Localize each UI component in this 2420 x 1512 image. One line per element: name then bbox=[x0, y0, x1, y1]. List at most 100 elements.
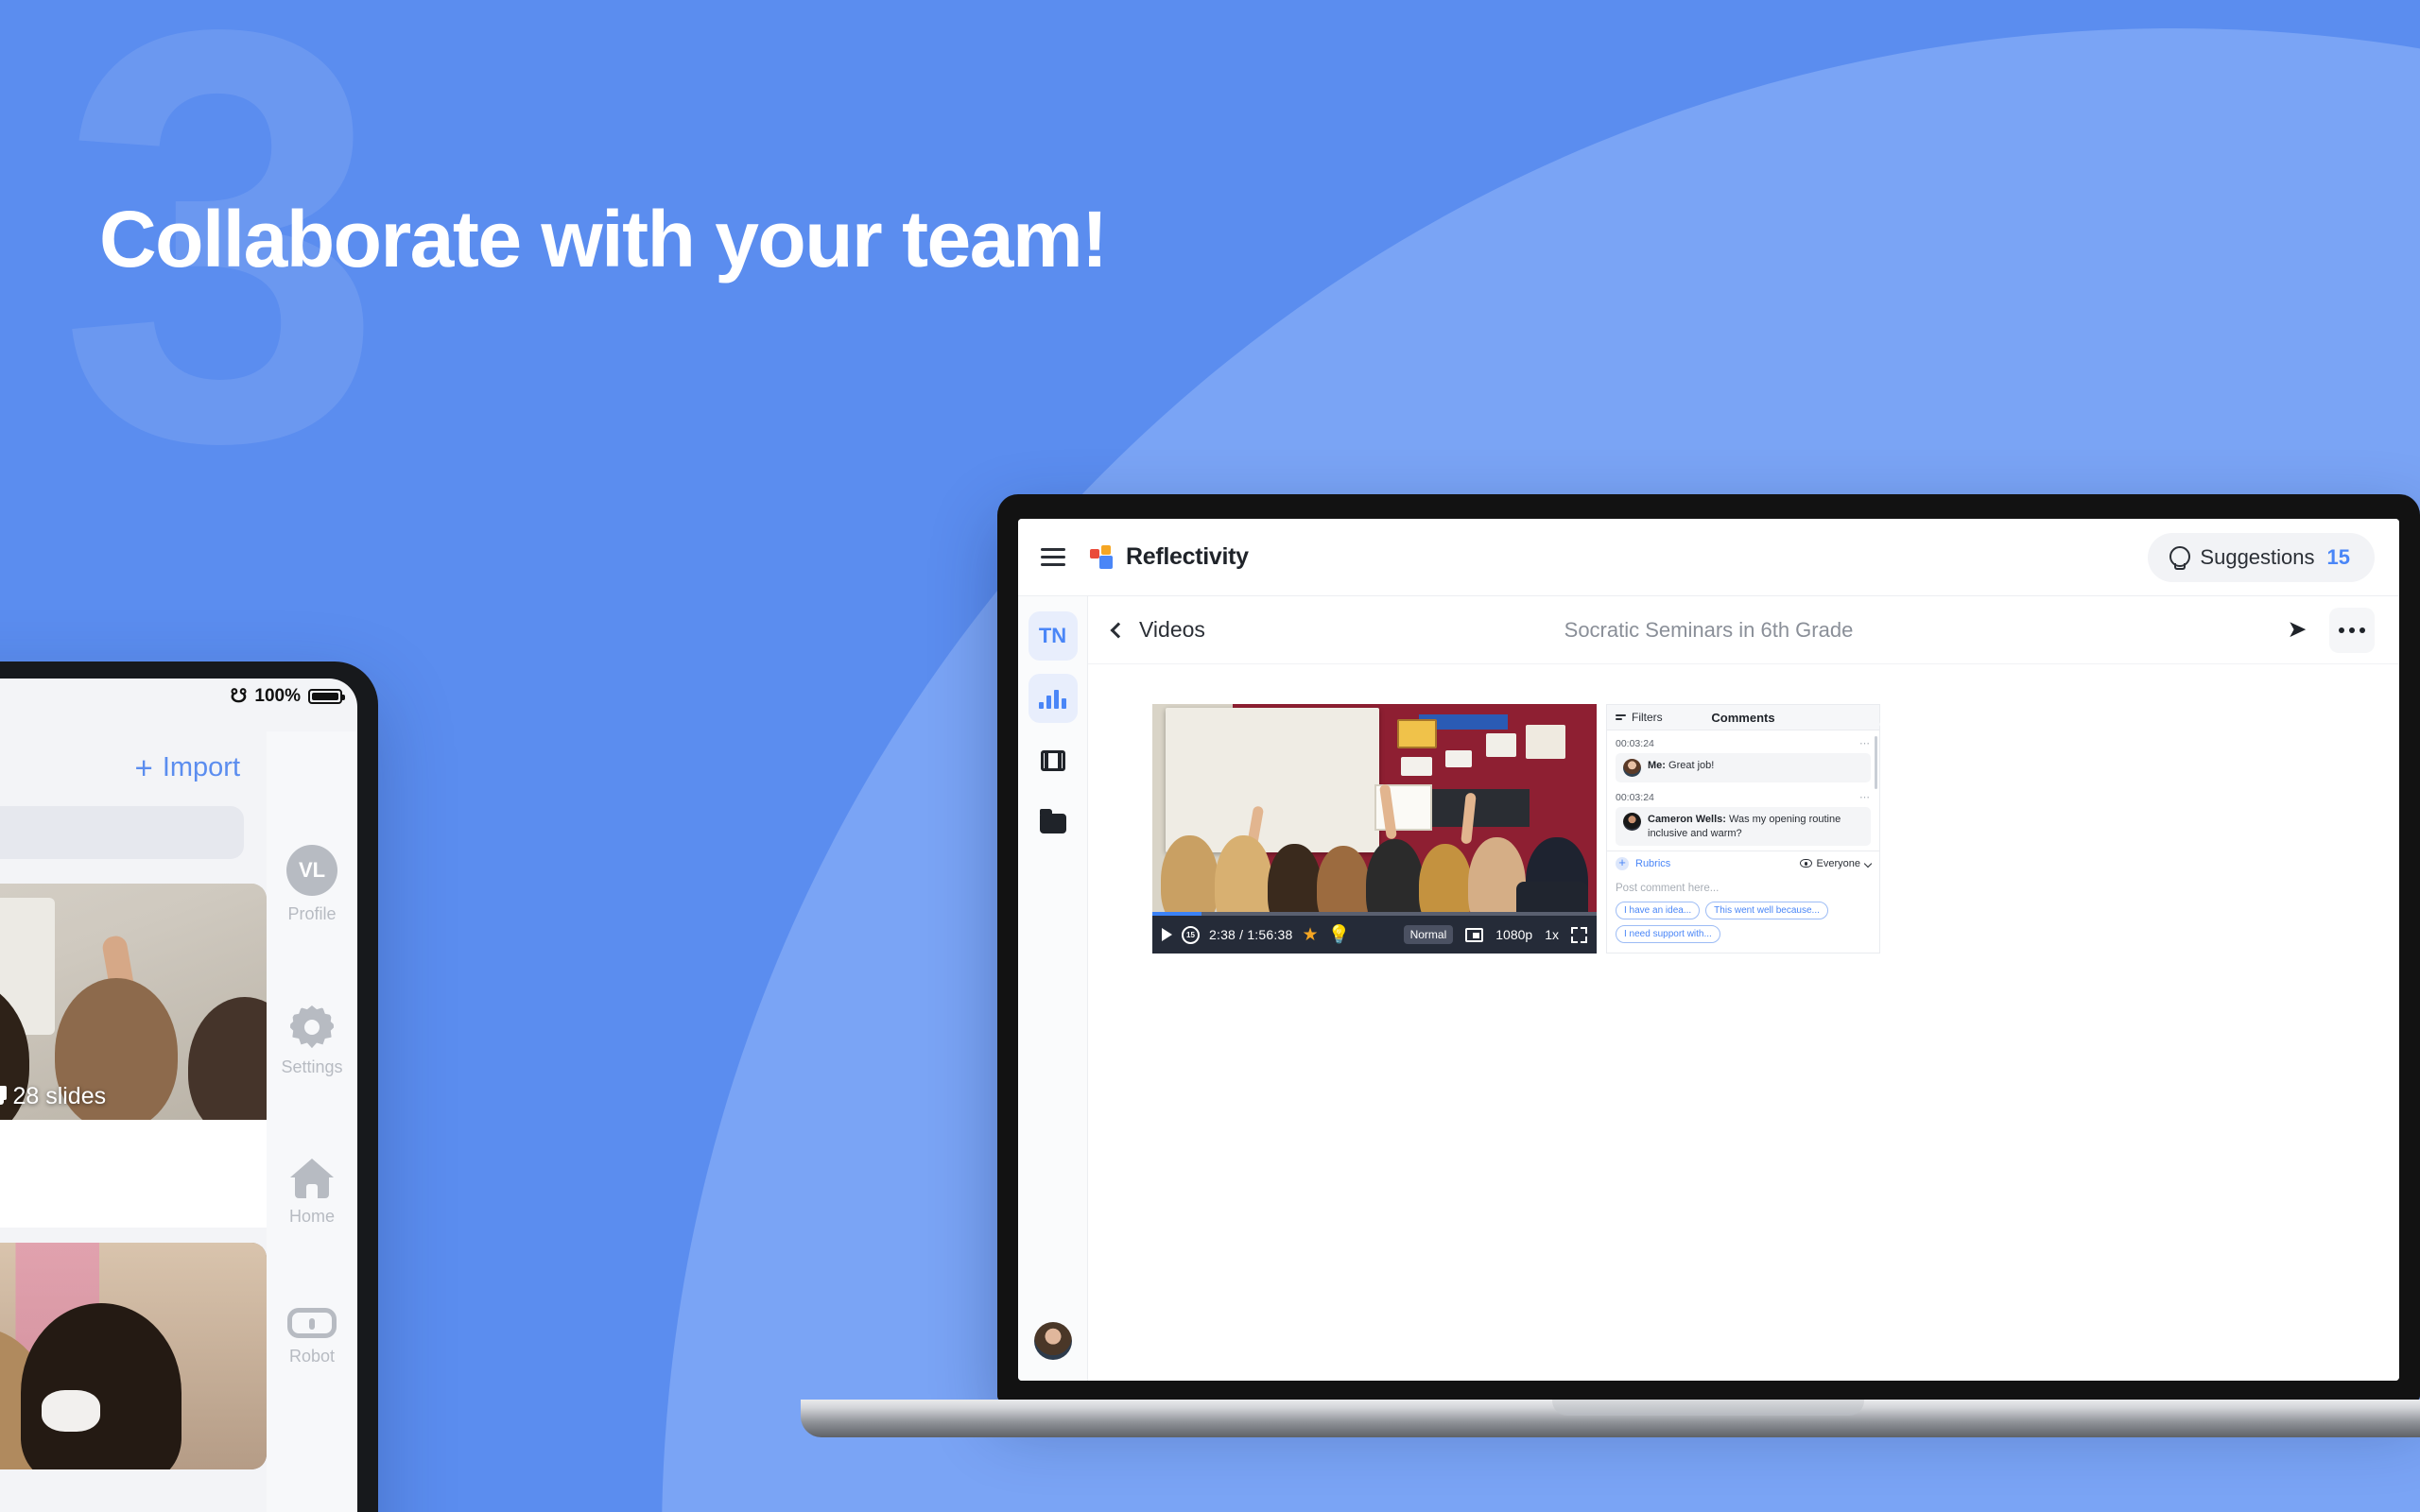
video-controls: 15 2:38 / 1:56:38 ★ 💡 Normal 1080p 1x bbox=[1152, 916, 1597, 954]
import-button[interactable]: + Import bbox=[135, 752, 240, 783]
tablet-status-bar: ☋ 100% bbox=[230, 686, 345, 707]
sidebar-item-workspace[interactable]: TN bbox=[1028, 611, 1078, 661]
replay-15-icon[interactable]: 15 bbox=[1182, 925, 1200, 944]
comment-body: Great job! bbox=[1665, 760, 1715, 771]
comment-text: Cameron Wells: Was my opening routine in… bbox=[1648, 813, 1863, 840]
comment-item: 00:03:24 ⋯ Cameron Wells: Was my opening… bbox=[1616, 791, 1871, 850]
comments-header: Filters Comments bbox=[1607, 705, 1879, 730]
more-options-button[interactable] bbox=[2329, 607, 2375, 653]
battery-icon bbox=[308, 689, 345, 704]
search-input[interactable]: s bbox=[0, 806, 244, 859]
page-title: Socratic Seminars in 6th Grade bbox=[1564, 617, 1854, 642]
suggestion-chip-went-well[interactable]: This went well because... bbox=[1705, 902, 1828, 919]
tablet-import-row: + Import bbox=[0, 731, 267, 797]
comments-panel: Filters Comments 00:03:24 ⋯ Me: Great jo… bbox=[1606, 704, 1880, 954]
rail-item-home[interactable]: Home bbox=[289, 1159, 335, 1227]
plus-icon: + bbox=[1616, 856, 1629, 870]
suggestions-count-badge: 15 bbox=[2326, 544, 2350, 569]
suggestion-chip-idea[interactable]: I have an idea... bbox=[1616, 902, 1701, 919]
comment-author: Me: bbox=[1648, 760, 1666, 771]
back-to-videos-link[interactable]: Videos bbox=[1110, 617, 1205, 643]
app-topbar: Reflectivity Suggestions 15 bbox=[1018, 519, 2399, 596]
home-icon bbox=[289, 1159, 334, 1198]
app-window: Reflectivity Suggestions 15 TN Videos So… bbox=[1018, 519, 2399, 1381]
resolution-label[interactable]: 1080p bbox=[1495, 927, 1532, 942]
tablet-right-rail: VL Profile Settings Home Robot bbox=[267, 731, 357, 1512]
hamburger-icon[interactable] bbox=[1041, 548, 1065, 566]
play-icon[interactable] bbox=[1162, 928, 1172, 941]
fullscreen-icon[interactable] bbox=[1571, 926, 1587, 943]
rail-label-robot: Robot bbox=[288, 1347, 336, 1366]
comment-bubble: Cameron Wells: Was my opening routine in… bbox=[1616, 807, 1871, 847]
rail-item-profile[interactable]: VL Profile bbox=[286, 845, 337, 924]
suggestions-button[interactable]: Suggestions 15 bbox=[2148, 532, 2375, 582]
comment-more-icon[interactable]: ⋯ bbox=[1859, 737, 1871, 749]
comment-time-row: 00:03:24 ⋯ bbox=[1616, 791, 1871, 804]
star-icon[interactable]: ★ bbox=[1302, 924, 1318, 946]
rail-item-robot[interactable]: Robot bbox=[287, 1308, 337, 1366]
sidebar-item-videos[interactable] bbox=[1028, 736, 1078, 785]
comment-timestamp: 00:03:24 bbox=[1616, 737, 1654, 749]
quality-mode-chip[interactable]: Normal bbox=[1403, 925, 1454, 944]
comment-item: 00:03:24 ⋯ Me: Great job! bbox=[1616, 737, 1871, 782]
laptop-device: Reflectivity Suggestions 15 TN Videos So… bbox=[801, 494, 2420, 1437]
suggestion-chips: I have an idea... This went well because… bbox=[1616, 902, 1871, 943]
video-card[interactable]: 40:07 28 slides ➤ Share bbox=[0, 884, 267, 1228]
video-time-label: 2:38 / 1:56:38 bbox=[1209, 927, 1293, 942]
share-button[interactable]: ➤ bbox=[2274, 608, 2320, 653]
eye-icon bbox=[1799, 859, 1812, 868]
comment-timestamp: 00:03:24 bbox=[1616, 791, 1654, 803]
lightbulb-icon bbox=[2169, 545, 2191, 570]
visibility-label: Everyone bbox=[1816, 857, 1860, 869]
sidebar-item-analytics[interactable] bbox=[1028, 674, 1078, 723]
tablet-device: ☋ 100% + Import s bbox=[0, 662, 378, 1512]
content-header: Videos Socratic Seminars in 6th Grade ➤ bbox=[1088, 596, 2399, 664]
app-sidebar: TN bbox=[1018, 596, 1088, 1381]
comment-avatar bbox=[1623, 759, 1641, 777]
comment-author: Cameron Wells: bbox=[1648, 814, 1726, 825]
analytics-icon bbox=[1039, 688, 1066, 709]
slides-icon bbox=[0, 1089, 5, 1105]
tablet-content: + Import s bbox=[0, 731, 267, 1512]
lightbulb-icon[interactable]: 💡 bbox=[1327, 923, 1350, 946]
video-card-thumbnail: 40:07 28 slides bbox=[0, 884, 267, 1120]
workspace: 15 2:38 / 1:56:38 ★ 💡 Normal 1080p 1x Fi… bbox=[1088, 664, 2399, 1381]
visibility-select[interactable]: Everyone bbox=[1799, 857, 1873, 869]
comments-scrollbar[interactable] bbox=[1875, 736, 1877, 789]
comment-more-icon[interactable]: ⋯ bbox=[1859, 791, 1871, 803]
video-player[interactable]: 15 2:38 / 1:56:38 ★ 💡 Normal 1080p 1x bbox=[1152, 704, 1597, 954]
add-rubrics-button[interactable]: + Rubrics bbox=[1616, 856, 1670, 870]
laptop-notch bbox=[1552, 1400, 1864, 1416]
user-avatar[interactable] bbox=[1033, 1322, 1072, 1360]
video-card-meta: 40:07 28 slides bbox=[0, 1083, 267, 1110]
rail-label-home: Home bbox=[288, 1207, 335, 1226]
brand-name: Reflectivity bbox=[1126, 543, 1249, 570]
comment-composer: Post comment here... I have an idea... T… bbox=[1607, 875, 1879, 953]
video-card-actions: ➤ Share bbox=[0, 1120, 267, 1228]
sidebar-item-folders[interactable] bbox=[1028, 799, 1078, 848]
slides-meta: 28 slides bbox=[0, 1083, 106, 1110]
app-main: Videos Socratic Seminars in 6th Grade ➤ bbox=[1088, 596, 2399, 1381]
comment-time-row: 00:03:24 ⋯ bbox=[1616, 737, 1871, 750]
robot-icon bbox=[287, 1308, 337, 1338]
rubrics-row: + Rubrics Everyone bbox=[1607, 850, 1879, 875]
content-header-actions: ➤ bbox=[2274, 607, 2375, 653]
picture-in-picture-icon[interactable] bbox=[1465, 927, 1484, 942]
import-button-label: Import bbox=[162, 752, 240, 782]
folder-icon bbox=[1039, 808, 1066, 833]
topbar-right: Suggestions 15 bbox=[2148, 532, 2375, 582]
back-link-label: Videos bbox=[1139, 617, 1205, 642]
reflectivity-logo-icon bbox=[1090, 544, 1115, 570]
comment-input[interactable]: Post comment here... bbox=[1616, 883, 1871, 894]
video-frame-content bbox=[1152, 704, 1597, 936]
suggestion-chip-need-support[interactable]: I need support with... bbox=[1616, 925, 1720, 943]
chevron-down-icon bbox=[1863, 859, 1873, 868]
comment-avatar bbox=[1623, 813, 1641, 831]
plus-icon: + bbox=[134, 750, 153, 785]
rail-label-settings: Settings bbox=[281, 1057, 343, 1076]
video-card-secondary[interactable] bbox=[0, 1243, 267, 1469]
comments-list[interactable]: 00:03:24 ⋯ Me: Great job! 00:03:24 ⋯ Cam… bbox=[1607, 730, 1879, 850]
bluetooth-icon: ☋ bbox=[230, 686, 248, 707]
playback-speed-label[interactable]: 1x bbox=[1545, 927, 1559, 942]
rail-item-settings[interactable]: Settings bbox=[281, 1005, 343, 1077]
